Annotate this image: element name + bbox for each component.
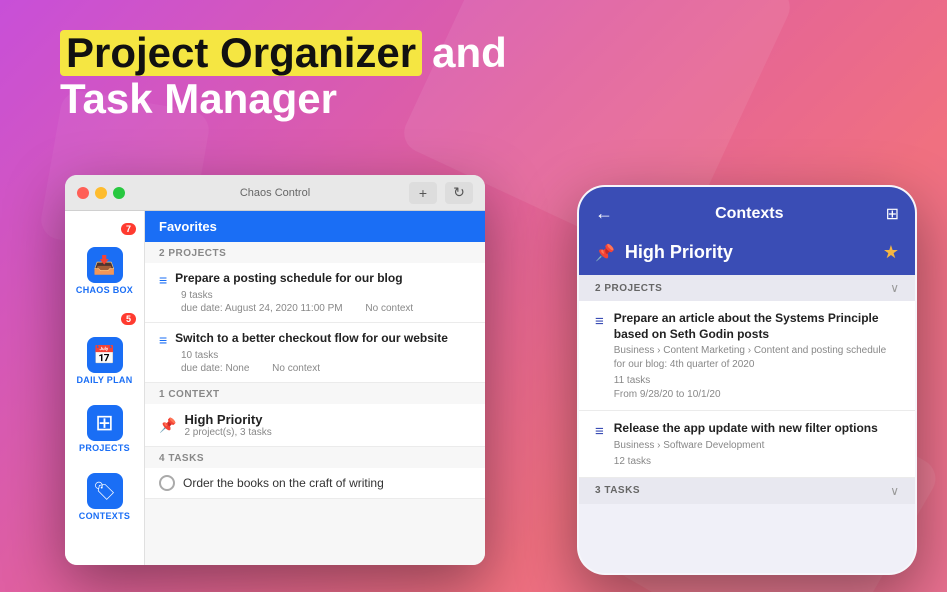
project-icon-2: ≡ [159,332,167,348]
mobile-phone: ← Contexts ⊞ 📌 High Priority ★ 2 PROJECT… [577,185,917,575]
project-context-1: No context [365,303,413,314]
project-item-2[interactable]: ≡ Switch to a better checkout flow for o… [145,323,485,383]
main-content: Favorites 2 PROJECTS ≡ Prepare a posting… [145,211,485,565]
project-icon-1: ≡ [159,272,167,288]
phone-tasks-section-header: 3 TASKS ∨ [579,478,915,504]
phone-star-icon[interactable]: ★ [883,242,899,263]
header-line1-suffix: and [432,30,507,76]
project-tasks-1: 9 tasks [181,290,213,301]
phone-project-dates-1: From 9/28/20 to 10/1/20 [614,389,899,400]
window-close-dot[interactable] [77,187,89,199]
phone-grid-icon[interactable]: ⊞ [886,204,899,224]
phone-projects-chevron: ∨ [890,281,899,295]
phone-tasks-chevron: ∨ [890,484,899,498]
context-item-high-priority[interactable]: 📌 High Priority 2 project(s), 3 tasks [145,404,485,447]
phone-project-breadcrumb-2: Business › Software Development [614,439,878,453]
context-sub: 2 project(s), 3 tasks [184,427,271,438]
phone-project-content-1: Prepare an article about the Systems Pri… [614,311,899,400]
contexts-label: CONTEXTS [79,511,130,521]
window-maximize-dot[interactable] [113,187,125,199]
phone-projects-section-header: 2 PROJECTS ∨ [579,275,915,301]
context-name: High Priority [184,412,271,427]
window-body: 7 📥 CHAOS BOX 5 📅 DAILY PLAN ⊞ PROJECTS … [65,211,485,565]
header-highlight: Project Organizer [60,30,422,76]
chaos-box-label: CHAOS BOX [76,285,133,295]
project-tasks-2: 10 tasks [181,350,218,361]
phone-header: ← Contexts ⊞ [579,193,915,234]
project-meta-2: 10 tasks [159,350,471,361]
chaos-box-badge: 7 [121,223,136,235]
tasks-section-label: 4 TASKS [145,447,485,468]
phone-project-1[interactable]: ≡ Prepare an article about the Systems P… [579,301,915,411]
project-due-2: due date: None No context [159,363,471,374]
phone-projects-label: 2 PROJECTS [595,283,662,294]
phone-pin-icon: 📌 [595,243,615,263]
daily-plan-icon: 📅 [87,337,123,373]
todo-circle-1 [159,475,175,491]
daily-plan-badge: 5 [121,313,136,325]
project-title-2: Switch to a better checkout flow for our… [175,331,448,347]
todo-item-1[interactable]: Order the books on the craft of writing [145,468,485,499]
add-button[interactable]: + [409,182,437,204]
sidebar-item-daily-plan[interactable]: 📅 DAILY PLAN [65,331,144,391]
projects-label: PROJECTS [79,443,130,453]
daily-plan-label: DAILY PLAN [76,375,132,385]
sidebar-item-chaos-box[interactable]: 📥 CHAOS BOX [65,241,144,301]
phone-body: 2 PROJECTS ∨ ≡ Prepare an article about … [579,275,915,504]
phone-tasks-label: 3 TASKS [595,485,640,496]
phone-project-icon-2: ≡ [595,423,604,467]
phone-project-title-1: Prepare an article about the Systems Pri… [614,311,899,342]
phone-header-title: Contexts [623,205,876,223]
phone-project-tasks-1: 11 tasks [614,375,899,386]
window-titlebar: Chaos Control + ↻ [65,175,485,211]
phone-back-button[interactable]: ← [595,203,613,224]
window-minimize-dot[interactable] [95,187,107,199]
phone-project-title-2: Release the app update with new filter o… [614,421,878,437]
project-duedate-2: due date: None [181,363,249,374]
project-duedate-1: due date: August 24, 2020 11:00 PM [181,303,343,314]
project-title-1: Prepare a posting schedule for our blog [175,271,402,287]
phone-project-icon-1: ≡ [595,313,604,400]
projects-section-label: 2 PROJECTS [145,242,485,263]
header-text-block: Project Organizer and Task Manager [60,30,507,122]
desktop-window: Chaos Control + ↻ 7 📥 CHAOS BOX 5 📅 DAIL… [65,175,485,565]
projects-icon: ⊞ [87,405,123,441]
project-meta-1: 9 tasks [159,290,471,301]
phone-project-breadcrumb-1: Business › Content Marketing › Content a… [614,344,899,372]
favorites-header[interactable]: Favorites [145,211,485,242]
app-sidebar: 7 📥 CHAOS BOX 5 📅 DAILY PLAN ⊞ PROJECTS … [65,211,145,565]
header-line2: Task Manager [60,76,507,122]
pin-icon: 📌 [159,417,176,434]
sidebar-item-contexts[interactable]: 🏷 CONTEXTS [65,467,144,527]
phone-context-row: 📌 High Priority ★ [579,234,915,275]
project-due-1: due date: August 24, 2020 11:00 PM No co… [159,303,471,314]
window-title: Chaos Control [240,187,310,199]
context-section-label: 1 CONTEXT [145,383,485,404]
phone-project-tasks-2: 12 tasks [614,456,878,467]
project-context-2: No context [272,363,320,374]
window-dots [77,187,125,199]
header-line1: Project Organizer and [60,30,507,76]
todo-text-1: Order the books on the craft of writing [183,476,384,490]
phone-context-name: High Priority [625,242,873,263]
window-actions: + ↻ [409,182,473,204]
phone-project-content-2: Release the app update with new filter o… [614,421,878,467]
project-item-1[interactable]: ≡ Prepare a posting schedule for our blo… [145,263,485,323]
contexts-icon: 🏷 [87,473,123,509]
phone-project-2[interactable]: ≡ Release the app update with new filter… [579,411,915,478]
chaos-box-icon: 📥 [87,247,123,283]
refresh-button[interactable]: ↻ [445,182,473,204]
sidebar-item-projects[interactable]: ⊞ PROJECTS [65,399,144,459]
